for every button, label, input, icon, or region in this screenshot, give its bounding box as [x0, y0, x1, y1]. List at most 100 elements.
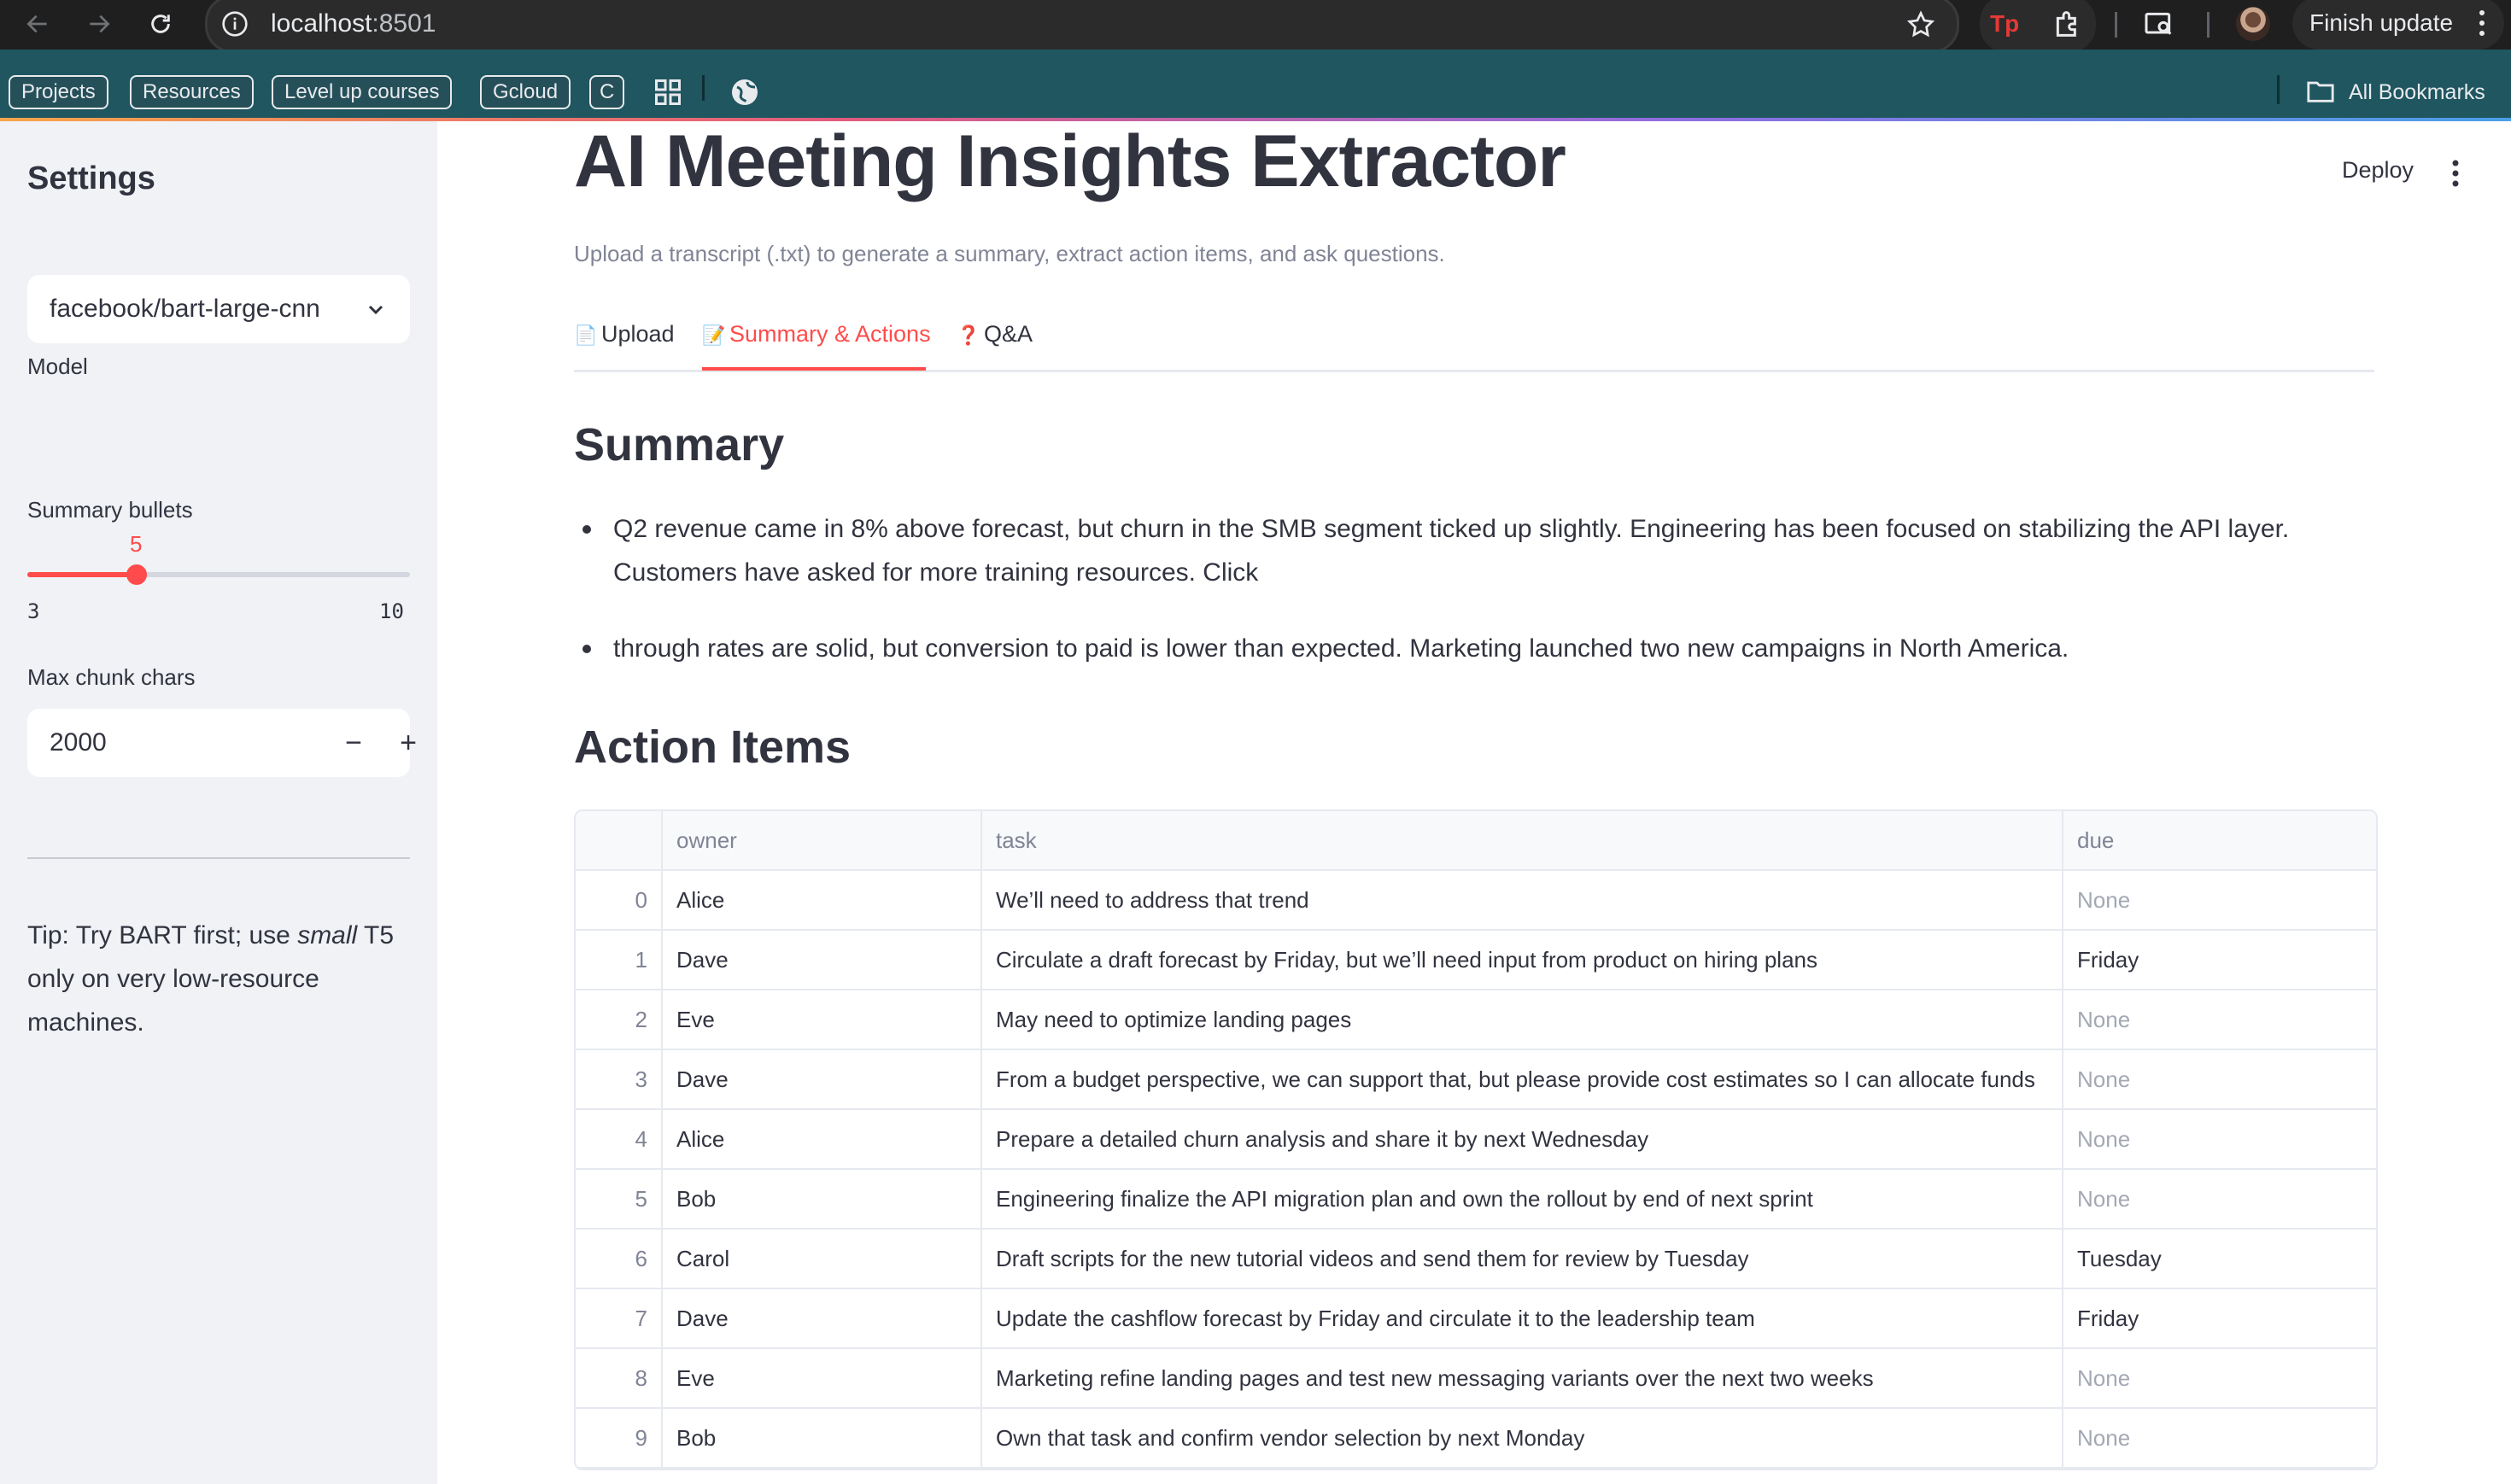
- slider-value: 5: [130, 531, 143, 557]
- max-chunk-input[interactable]: 2000 − +: [27, 709, 417, 777]
- table-row[interactable]: 1 Dave Circulate a draft forecast by Frida…: [576, 931, 2376, 990]
- table-row[interactable]: 7 Dave Update the cashflow forecast by Fri…: [576, 1289, 2376, 1349]
- task-cell[interactable]: Circulate a draft forecast by Friday, bu…: [982, 931, 2063, 989]
- owner-cell[interactable]: Bob: [663, 1409, 982, 1467]
- owner-cell[interactable]: Dave: [663, 1289, 982, 1347]
- model-label: Model: [27, 353, 88, 379]
- model-select-value: facebook/bart-large-cnn: [50, 295, 320, 323]
- due-cell[interactable]: None: [2063, 871, 2376, 929]
- task-cell[interactable]: Marketing refine landing pages and test …: [982, 1349, 2063, 1407]
- slider-min-label: 3: [27, 599, 40, 623]
- action-items-table[interactable]: owner task due 0 Alice We’ll need to addre…: [574, 809, 2378, 1470]
- owner-cell[interactable]: Carol: [663, 1230, 982, 1288]
- table-row[interactable]: 9 Bob Own that task and confirm vendor sel…: [576, 1409, 2376, 1469]
- task-cell[interactable]: Prepare a detailed churn analysis and sh…: [982, 1110, 2063, 1168]
- table-row[interactable]: 8 Eve Marketing refine landing pages and t…: [576, 1349, 2376, 1409]
- tab-summary-actions[interactable]: 📝 Summary & Actions: [702, 321, 931, 348]
- due-cell[interactable]: None: [2063, 1050, 2376, 1108]
- due-cell[interactable]: None: [2063, 990, 2376, 1049]
- task-cell[interactable]: May need to optimize landing pages: [982, 990, 2063, 1049]
- row-index[interactable]: 1: [576, 931, 663, 989]
- decrement-button[interactable]: −: [326, 709, 381, 777]
- tab-bar: 📄 Upload 📝 Summary & Actions ❓ Q&A: [574, 306, 2374, 372]
- bookmark-star-icon[interactable]: [1905, 9, 1936, 40]
- due-cell[interactable]: None: [2063, 1409, 2376, 1467]
- list-item: through rates are solid, but conversion …: [574, 627, 2374, 670]
- owner-cell[interactable]: Dave: [663, 1050, 982, 1108]
- chevron-down-icon: [368, 305, 383, 315]
- owner-cell[interactable]: Bob: [663, 1170, 982, 1228]
- apps-grid-icon[interactable]: [653, 77, 683, 108]
- finish-update-button[interactable]: Finish update: [2292, 0, 2504, 50]
- bookmark-level-up-courses[interactable]: Level up courses: [272, 75, 453, 109]
- owner-cell[interactable]: Alice: [663, 1110, 982, 1168]
- main-menu-icon[interactable]: [2450, 159, 2461, 188]
- profile-avatar[interactable]: [2236, 7, 2270, 41]
- site-info-icon[interactable]: [221, 10, 249, 38]
- row-index[interactable]: 5: [576, 1170, 663, 1228]
- task-cell[interactable]: We’ll need to address that trend: [982, 871, 2063, 929]
- max-chunk-value[interactable]: 2000: [50, 709, 107, 777]
- table-row[interactable]: 5 Bob Engineering finalize the API migrati…: [576, 1170, 2376, 1230]
- row-index[interactable]: 6: [576, 1230, 663, 1288]
- extensions-puzzle-icon[interactable]: [2050, 7, 2086, 41]
- row-index[interactable]: 4: [576, 1110, 663, 1168]
- document-icon: 📄: [574, 324, 598, 346]
- deploy-button[interactable]: Deploy: [2342, 157, 2414, 184]
- summary-bullets-label: Summary bullets: [27, 497, 193, 523]
- table-row[interactable]: 3 Dave From a budget perspective, we can s…: [576, 1050, 2376, 1110]
- reload-icon[interactable]: [145, 9, 176, 39]
- address-bar[interactable]: localhost:8501: [205, 0, 1959, 53]
- row-index[interactable]: 8: [576, 1349, 663, 1407]
- row-index[interactable]: 9: [576, 1409, 663, 1467]
- bookmark-projects[interactable]: Projects: [9, 75, 108, 109]
- task-cell[interactable]: Engineering finalize the API migration p…: [982, 1170, 2063, 1228]
- due-cell[interactable]: None: [2063, 1349, 2376, 1407]
- bookmark-resources[interactable]: Resources: [130, 75, 254, 109]
- table-row[interactable]: 6 Carol Draft scripts for the new tutorial…: [576, 1230, 2376, 1289]
- due-cell[interactable]: Friday: [2063, 1289, 2376, 1347]
- increment-button[interactable]: +: [381, 709, 436, 777]
- due-header[interactable]: due: [2063, 811, 2376, 869]
- owner-cell[interactable]: Eve: [663, 1349, 982, 1407]
- table-row[interactable]: 4 Alice Prepare a detailed churn analysis …: [576, 1110, 2376, 1170]
- back-icon[interactable]: [22, 9, 53, 39]
- sidebar-tip: Tip: Try BART first; use small T5 only o…: [27, 921, 395, 1037]
- task-cell[interactable]: Own that task and confirm vendor selecti…: [982, 1409, 2063, 1467]
- task-header[interactable]: task: [982, 811, 2063, 869]
- globe-icon[interactable]: [729, 77, 760, 108]
- sidebar-divider: [27, 857, 410, 859]
- slider-thumb[interactable]: [126, 564, 147, 585]
- owner-header[interactable]: owner: [663, 811, 982, 869]
- task-cell[interactable]: From a budget perspective, we can suppor…: [982, 1050, 2063, 1108]
- extension-tp-icon[interactable]: Tp: [1990, 7, 2028, 41]
- row-index[interactable]: 0: [576, 871, 663, 929]
- task-cell[interactable]: Draft scripts for the new tutorial video…: [982, 1230, 2063, 1288]
- row-index[interactable]: 3: [576, 1050, 663, 1108]
- due-cell[interactable]: None: [2063, 1170, 2376, 1228]
- tab-qa[interactable]: ❓ Q&A: [957, 321, 1033, 348]
- tab-search-icon[interactable]: [2140, 7, 2178, 41]
- row-index[interactable]: 7: [576, 1289, 663, 1347]
- index-header[interactable]: [576, 811, 663, 869]
- bookmark-c[interactable]: C: [589, 75, 625, 109]
- bookmark-gcloud[interactable]: Gcloud: [480, 75, 571, 109]
- summary-bullets-slider[interactable]: [27, 564, 410, 585]
- due-cell[interactable]: None: [2063, 1110, 2376, 1168]
- forward-icon[interactable]: [84, 9, 114, 39]
- page-caption: Upload a transcript (.txt) to generate a…: [574, 241, 1445, 266]
- owner-cell[interactable]: Eve: [663, 990, 982, 1049]
- due-cell[interactable]: Tuesday: [2063, 1230, 2376, 1288]
- chrome-menu-icon[interactable]: [2479, 9, 2485, 38]
- table-row[interactable]: 2 Eve May need to optimize landing pages No…: [576, 990, 2376, 1050]
- due-cell[interactable]: Friday: [2063, 931, 2376, 989]
- tab-upload[interactable]: 📄 Upload: [574, 321, 675, 348]
- all-bookmarks-button[interactable]: All Bookmarks: [2306, 75, 2485, 109]
- question-mark-icon: ❓: [957, 324, 980, 346]
- table-row[interactable]: 0 Alice We’ll need to address that trend No…: [576, 871, 2376, 931]
- task-cell[interactable]: Update the cashflow forecast by Friday a…: [982, 1289, 2063, 1347]
- row-index[interactable]: 2: [576, 990, 663, 1049]
- model-select[interactable]: facebook/bart-large-cnn: [27, 275, 410, 343]
- owner-cell[interactable]: Alice: [663, 871, 982, 929]
- owner-cell[interactable]: Dave: [663, 931, 982, 989]
